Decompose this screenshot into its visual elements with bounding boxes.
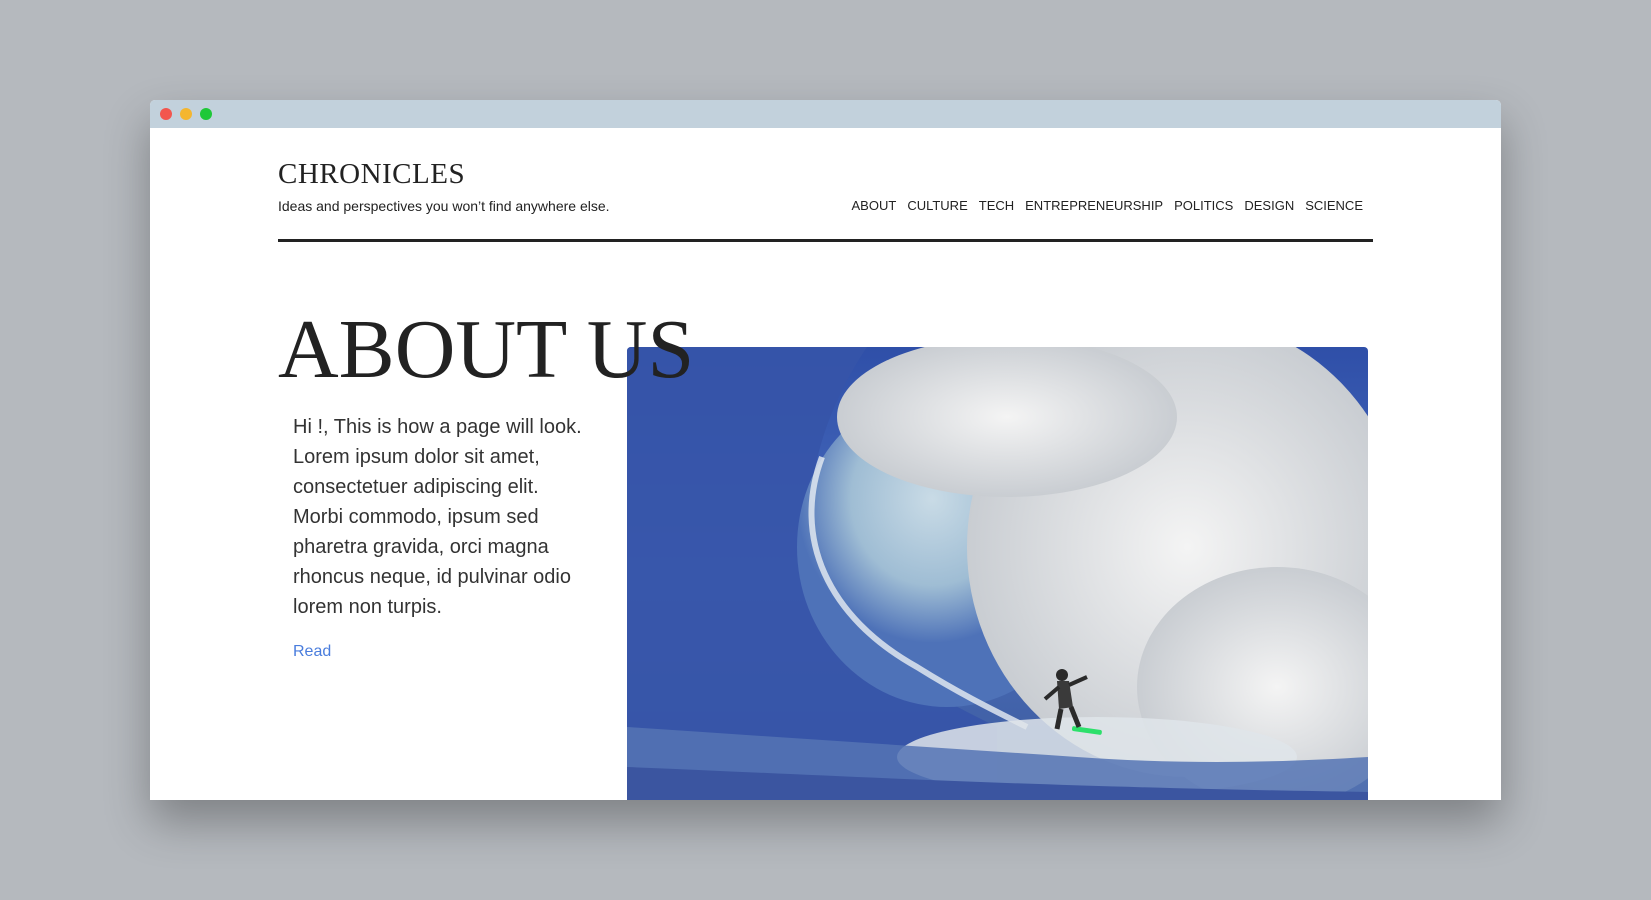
- minimize-dot-icon[interactable]: [180, 108, 192, 120]
- nav-item-tech[interactable]: TECH: [979, 198, 1014, 213]
- nav-item-culture[interactable]: CULTURE: [907, 198, 967, 213]
- maximize-dot-icon[interactable]: [200, 108, 212, 120]
- site-tagline: Ideas and perspectives you won’t find an…: [278, 198, 610, 214]
- surfer-wave-image: [627, 347, 1368, 800]
- window-titlebar: [150, 100, 1501, 128]
- read-link[interactable]: Read: [293, 643, 331, 661]
- nav-item-about[interactable]: ABOUT: [852, 198, 897, 213]
- main-nav: ABOUT CULTURE TECH ENTREPRENEURSHIP POLI…: [852, 198, 1363, 213]
- intro-paragraph: Hi !, This is how a page will look. Lore…: [293, 416, 582, 618]
- site-brand[interactable]: CHRONICLES: [278, 158, 465, 191]
- nav-item-design[interactable]: DESIGN: [1244, 198, 1294, 213]
- surfer-wave-photo: [627, 347, 1368, 800]
- nav-item-science[interactable]: SCIENCE: [1305, 198, 1363, 213]
- browser-window: CHRONICLES Ideas and perspectives you wo…: [150, 100, 1501, 800]
- nav-item-politics[interactable]: POLITICS: [1174, 198, 1233, 213]
- nav-item-entrepreneurship[interactable]: ENTREPRENEURSHIP: [1025, 198, 1163, 213]
- page-title: ABOUT US: [278, 303, 695, 396]
- close-dot-icon[interactable]: [160, 108, 172, 120]
- site-header: CHRONICLES Ideas and perspectives you wo…: [278, 128, 1373, 242]
- page-content: CHRONICLES Ideas and perspectives you wo…: [150, 128, 1501, 800]
